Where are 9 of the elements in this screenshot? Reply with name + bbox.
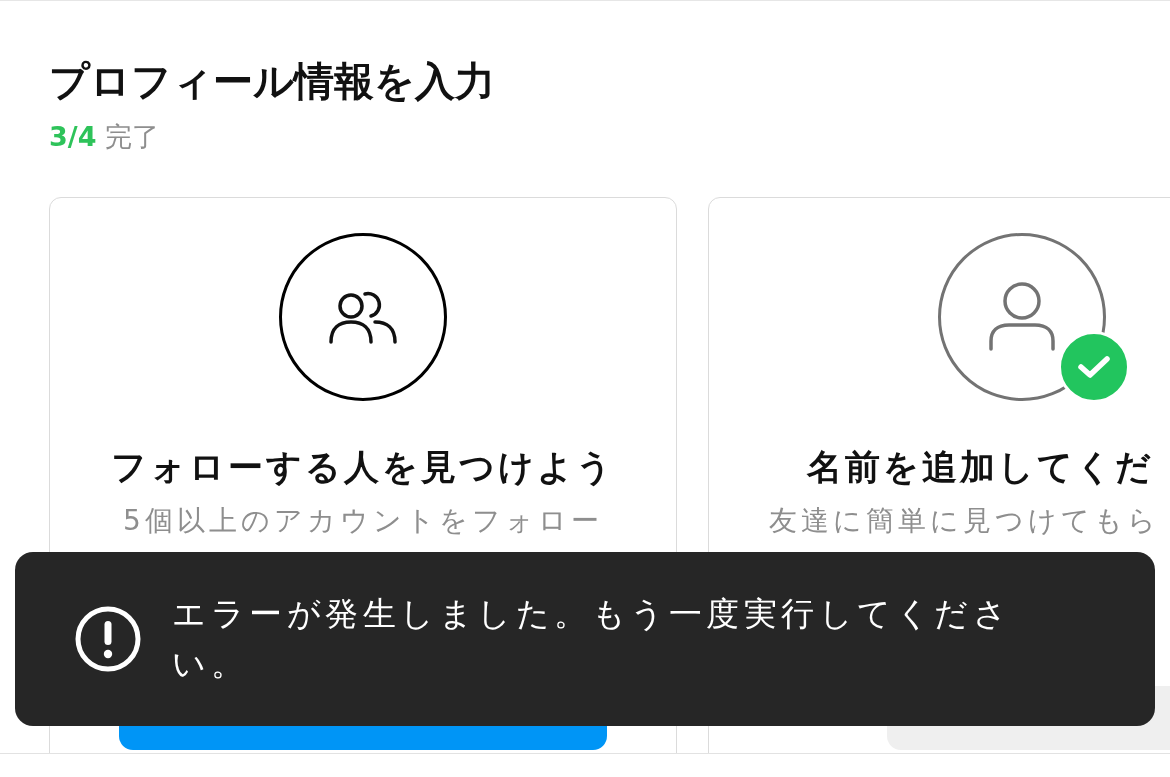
card-description: 友達に簡単に見つけてもら [769,503,1160,539]
progress-label: 完了 [105,121,160,152]
alert-icon [74,605,142,673]
card-title: 名前を追加してくだ [807,446,1154,489]
page-title: プロフィール情報を入力 [49,57,496,106]
card-title: フォローする人を見つけよう [111,446,615,489]
toast-message: エラーが発生しました。もう一度実行してください。 [172,593,1012,685]
card-description: 5個以上のアカウントをフォロー [123,503,603,539]
progress-count: 3/4 [49,121,97,152]
